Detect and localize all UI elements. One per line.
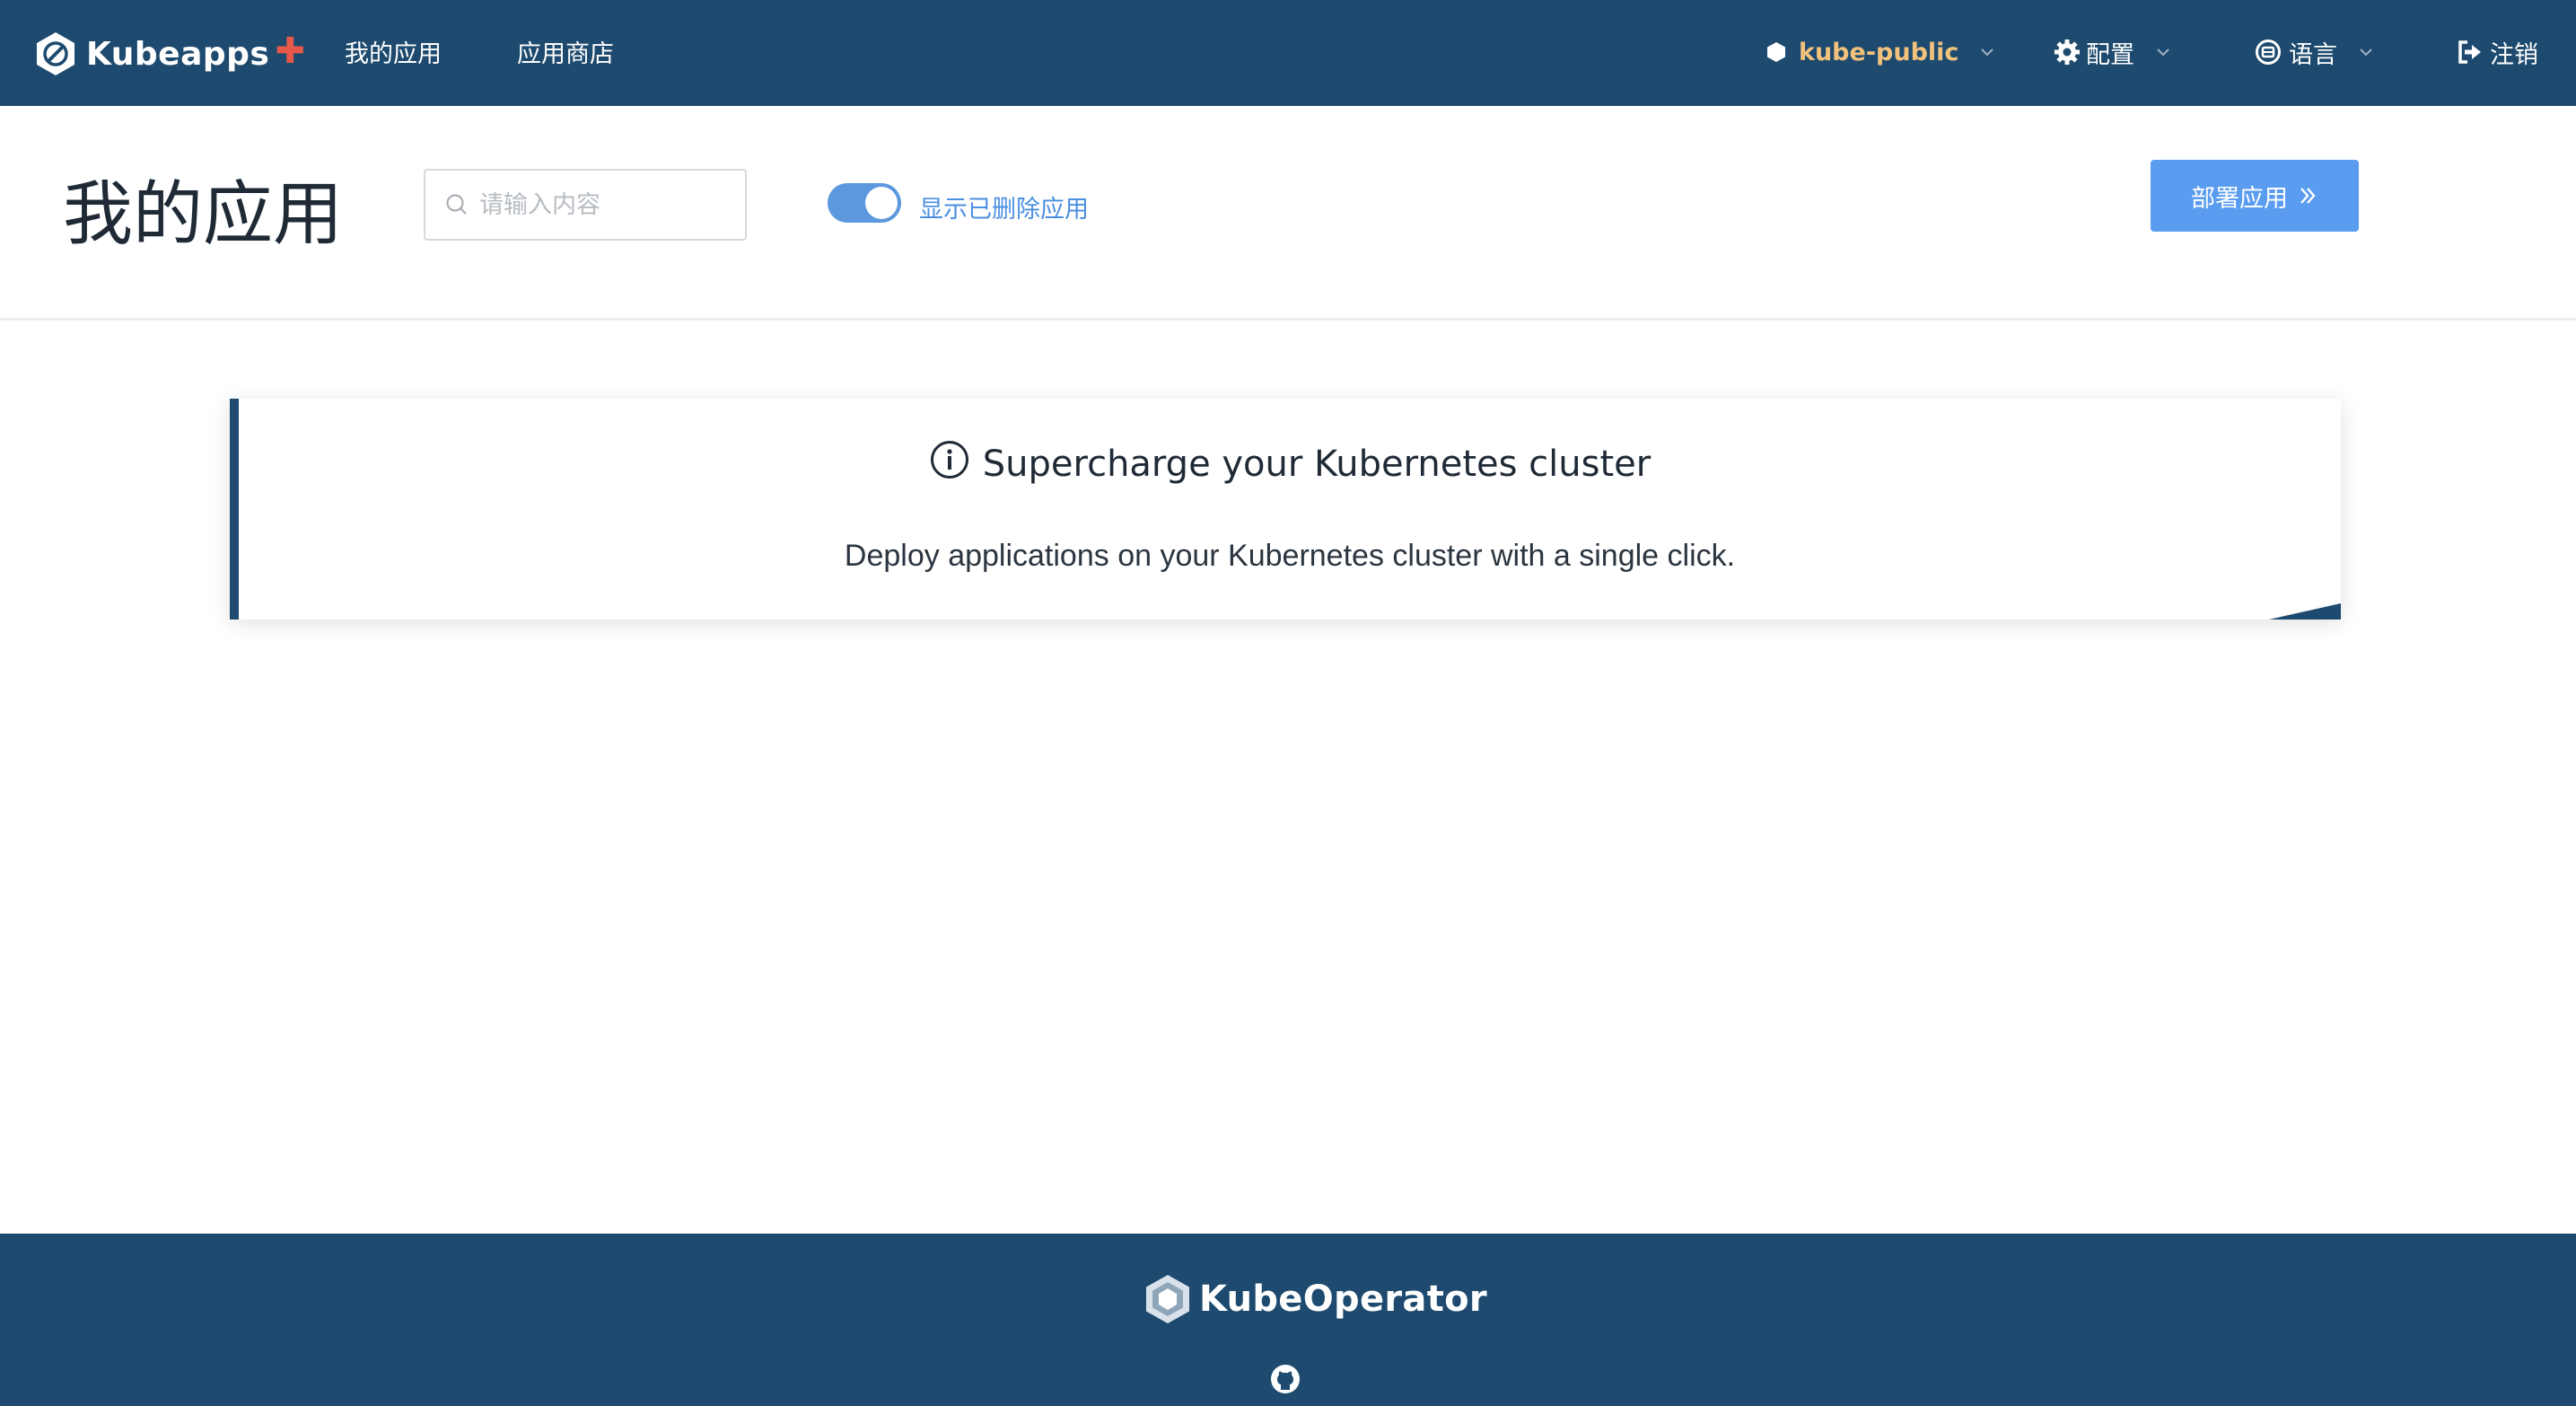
footer-brand-name: KubeOperator xyxy=(1199,1279,1487,1320)
chevron-down-icon xyxy=(2360,48,2372,57)
show-deleted-label[interactable]: 显示已删除应用 xyxy=(919,189,1089,224)
deploy-app-button[interactable]: 部署应用 xyxy=(2151,160,2359,232)
info-title: Supercharge your Kubernetes cluster xyxy=(982,444,1652,485)
github-icon[interactable] xyxy=(1269,1363,1301,1395)
settings-menu[interactable]: 配置 xyxy=(2054,31,2172,74)
toggle-knob xyxy=(865,187,898,219)
chevron-down-icon xyxy=(2157,48,2169,57)
namespace-selector[interactable]: kube-public xyxy=(1766,31,1996,74)
logout-button[interactable]: 注销 xyxy=(2456,31,2538,74)
kubeapps-logo-icon xyxy=(37,32,74,75)
language-label: 语言 xyxy=(2289,40,2337,69)
logout-icon xyxy=(2458,40,2481,64)
language-icon xyxy=(2256,40,2281,65)
info-icon xyxy=(930,441,968,479)
cube-icon xyxy=(1767,42,1785,62)
deploy-app-label: 部署应用 xyxy=(2191,184,2288,213)
nav-my-apps[interactable]: 我的应用 xyxy=(345,34,442,69)
kubeoperator-logo-icon xyxy=(1146,1275,1189,1323)
logout-label: 注销 xyxy=(2490,40,2538,69)
brand-link[interactable]: Kubeapps ✚ xyxy=(34,29,305,79)
search-input[interactable] xyxy=(478,189,729,220)
footer: KubeOperator xyxy=(0,1234,2576,1406)
brand-name: Kubeapps xyxy=(86,35,270,73)
toolbar-divider xyxy=(0,318,2576,321)
chevron-down-icon xyxy=(1981,48,1994,57)
info-text: Deploy applications on your Kubernetes c… xyxy=(844,539,1736,573)
double-chevron-right-icon xyxy=(2300,188,2316,204)
gear-icon xyxy=(2055,40,2080,65)
corner-accent xyxy=(2269,603,2341,620)
footer-brand: KubeOperator xyxy=(1143,1273,1487,1325)
search-field[interactable] xyxy=(424,169,747,241)
info-card: Supercharge your Kubernetes cluster Depl… xyxy=(230,399,2341,620)
search-icon xyxy=(446,194,467,215)
namespace-label: kube-public xyxy=(1799,38,1959,66)
brand-plus-icon: ✚ xyxy=(275,31,305,71)
show-deleted-toggle[interactable] xyxy=(828,183,901,223)
settings-label: 配置 xyxy=(2086,40,2134,69)
language-menu[interactable]: 语言 xyxy=(2255,31,2375,74)
info-title-row: Supercharge your Kubernetes cluster xyxy=(239,441,2341,485)
top-navbar: Kubeapps ✚ 我的应用 应用商店 kube-public 配置 语言 注… xyxy=(0,0,2576,106)
nav-app-store[interactable]: 应用商店 xyxy=(517,34,614,69)
page-title: 我的应用 xyxy=(63,174,344,255)
